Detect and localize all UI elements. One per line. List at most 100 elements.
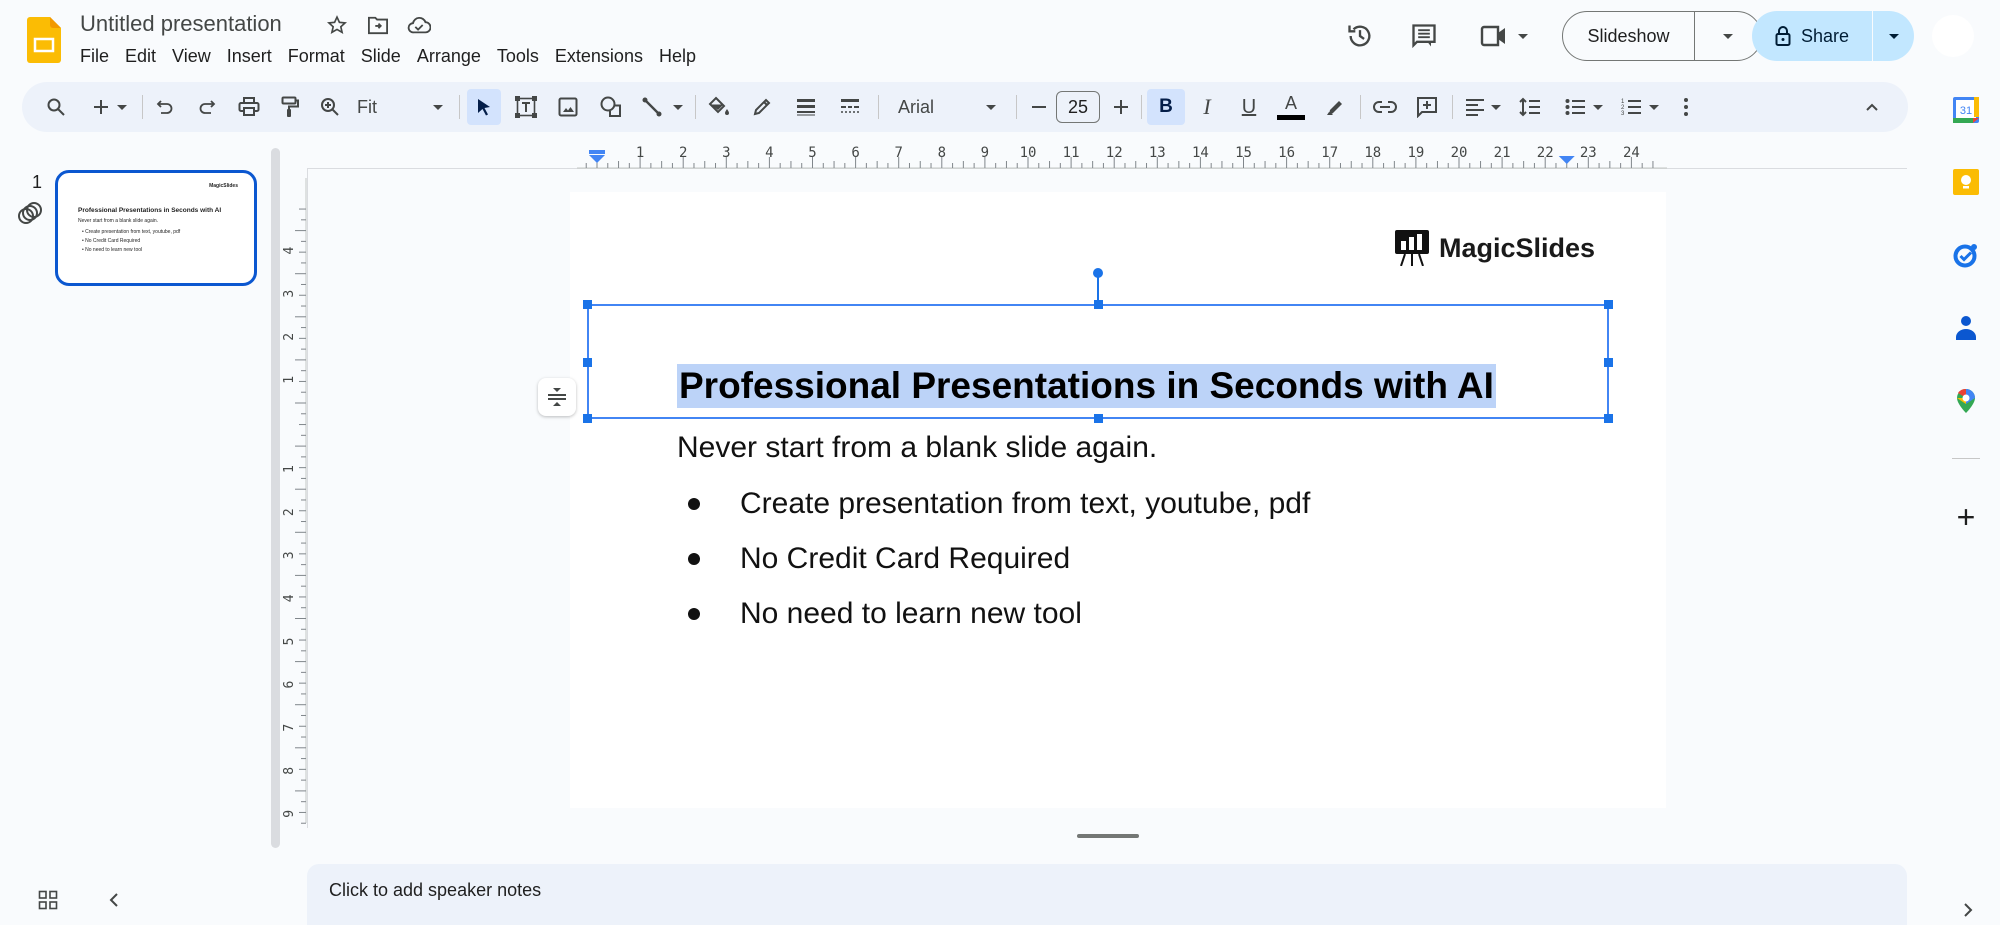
title-selection-box[interactable]	[583, 300, 1613, 423]
paint-format-button[interactable]	[274, 89, 306, 125]
increase-font-size-button[interactable]	[1107, 89, 1135, 125]
slideshow-label[interactable]: Slideshow	[1563, 12, 1695, 60]
notes-resize-handle[interactable]	[1077, 834, 1139, 838]
menu-view[interactable]: View	[164, 42, 219, 70]
line-spacing-button[interactable]	[1513, 89, 1547, 125]
account-avatar[interactable]	[1932, 15, 1974, 57]
resize-handle-sw[interactable]	[583, 414, 592, 423]
insert-link-button[interactable]	[1368, 89, 1402, 125]
horizontal-ruler[interactable]: 1 2 3 4 5 6 7 8 9 10 11 12 13 14 15 16 17 18 19 20 21 22 23 24	[307, 145, 1907, 169]
keep-app-button[interactable]	[1948, 164, 1984, 200]
ruler-label: 6	[851, 145, 859, 161]
magicslides-logo[interactable]: MagicSlides	[1395, 230, 1595, 266]
undo-button[interactable]	[150, 89, 180, 125]
expand-side-panel-button[interactable]	[1956, 898, 1980, 922]
insert-image-button[interactable]	[551, 89, 585, 125]
select-tool-button[interactable]	[467, 89, 501, 125]
share-main[interactable]: Share	[1752, 11, 1873, 61]
collapse-filmstrip-button[interactable]	[100, 886, 128, 914]
search-menus-button[interactable]	[40, 89, 72, 125]
zoom-select[interactable]: Fit	[357, 89, 447, 125]
border-color-button[interactable]	[745, 89, 779, 125]
font-size-input[interactable]	[1056, 91, 1100, 123]
text-color-button[interactable]: A	[1274, 89, 1308, 125]
fill-color-button[interactable]	[702, 89, 736, 125]
ruler-label: 9	[283, 810, 297, 818]
ruler-label: 2	[283, 333, 297, 341]
document-title[interactable]: Untitled presentation	[80, 10, 282, 38]
border-weight-button[interactable]	[789, 89, 823, 125]
meet-call-button[interactable]	[1476, 18, 1532, 54]
chevron-down-icon	[1888, 33, 1899, 39]
menu-slide[interactable]: Slide	[353, 42, 409, 70]
slide-thumbnail[interactable]: MagicSlides Professional Presentations i…	[55, 170, 257, 286]
share-button[interactable]: Share	[1752, 11, 1914, 61]
plus-icon	[1114, 100, 1128, 114]
new-slide-button[interactable]	[84, 89, 136, 125]
resize-handle-ne[interactable]	[1604, 300, 1613, 309]
bullet-item[interactable]: No Credit Card Required	[688, 539, 1070, 579]
font-family-select[interactable]: Arial	[898, 89, 1000, 125]
menu-insert[interactable]: Insert	[219, 42, 280, 70]
menu-arrange[interactable]: Arrange	[409, 42, 489, 70]
share-options-dropdown[interactable]	[1873, 33, 1914, 39]
more-options-button[interactable]	[1672, 89, 1700, 125]
menu-tools[interactable]: Tools	[489, 42, 547, 70]
resize-handle-s[interactable]	[1094, 414, 1103, 423]
autofit-button[interactable]	[538, 378, 576, 416]
ruler-label: 2	[679, 145, 687, 161]
text-box-button[interactable]	[509, 89, 543, 125]
menu-file[interactable]: File	[72, 42, 117, 70]
resize-handle-nw[interactable]	[583, 300, 592, 309]
numbered-list-button[interactable]: 123	[1616, 89, 1664, 125]
resize-handle-e[interactable]	[1604, 358, 1613, 367]
slideshow-button[interactable]: Slideshow	[1562, 11, 1762, 61]
grid-view-button[interactable]	[34, 886, 62, 914]
get-add-ons-button[interactable]: +	[1948, 499, 1984, 535]
highlight-color-button[interactable]	[1317, 89, 1351, 125]
slide-transition-icon[interactable]	[16, 202, 44, 226]
hide-menus-button[interactable]	[1858, 89, 1886, 125]
shape-button[interactable]	[594, 89, 628, 125]
bullet-item[interactable]: Create presentation from text, youtube, …	[688, 484, 1310, 524]
add-comment-button[interactable]	[1410, 89, 1444, 125]
comments-icon[interactable]	[1406, 18, 1442, 54]
menu-help[interactable]: Help	[651, 42, 704, 70]
underline-button[interactable]: U	[1232, 89, 1266, 125]
decrease-font-size-button[interactable]	[1025, 89, 1053, 125]
version-history-icon[interactable]	[1342, 18, 1378, 54]
ruler-label: 4	[283, 247, 297, 255]
speaker-notes[interactable]: Click to add speaker notes	[307, 864, 1907, 925]
resize-handle-w[interactable]	[583, 358, 592, 367]
bulleted-list-button[interactable]	[1560, 89, 1608, 125]
italic-button[interactable]: I	[1190, 89, 1224, 125]
vertical-ruler[interactable]: 432112345678910	[283, 168, 307, 828]
menu-extensions[interactable]: Extensions	[547, 42, 651, 70]
star-icon[interactable]	[325, 13, 349, 37]
slide-subtitle[interactable]: Never start from a blank slide again.	[677, 428, 1157, 468]
autofit-icon	[548, 388, 566, 406]
bullet-icon	[688, 553, 700, 565]
menu-format[interactable]: Format	[280, 42, 353, 70]
tasks-app-button[interactable]	[1948, 237, 1984, 273]
filmstrip-scrollbar[interactable]	[271, 148, 280, 848]
align-button[interactable]	[1460, 89, 1506, 125]
calendar-app-button[interactable]: 31	[1948, 92, 1984, 128]
resize-handle-n[interactable]	[1094, 300, 1103, 309]
print-button[interactable]	[233, 89, 265, 125]
border-dash-button[interactable]	[833, 89, 867, 125]
move-to-folder-icon[interactable]	[366, 13, 390, 37]
bold-button[interactable]: B	[1147, 89, 1185, 125]
resize-handle-se[interactable]	[1604, 414, 1613, 423]
redo-button[interactable]	[192, 89, 222, 125]
zoom-button[interactable]	[314, 89, 346, 125]
maps-app-button[interactable]	[1948, 383, 1984, 419]
slides-logo-icon[interactable]	[27, 17, 61, 63]
cloud-saved-icon[interactable]	[407, 13, 431, 37]
contacts-app-button[interactable]	[1948, 310, 1984, 346]
ruler-label: 13	[1149, 145, 1166, 161]
menu-edit[interactable]: Edit	[117, 42, 164, 70]
bullet-item[interactable]: No need to learn new tool	[688, 594, 1082, 634]
bold-icon: B	[1159, 96, 1173, 117]
line-button[interactable]	[636, 89, 688, 125]
